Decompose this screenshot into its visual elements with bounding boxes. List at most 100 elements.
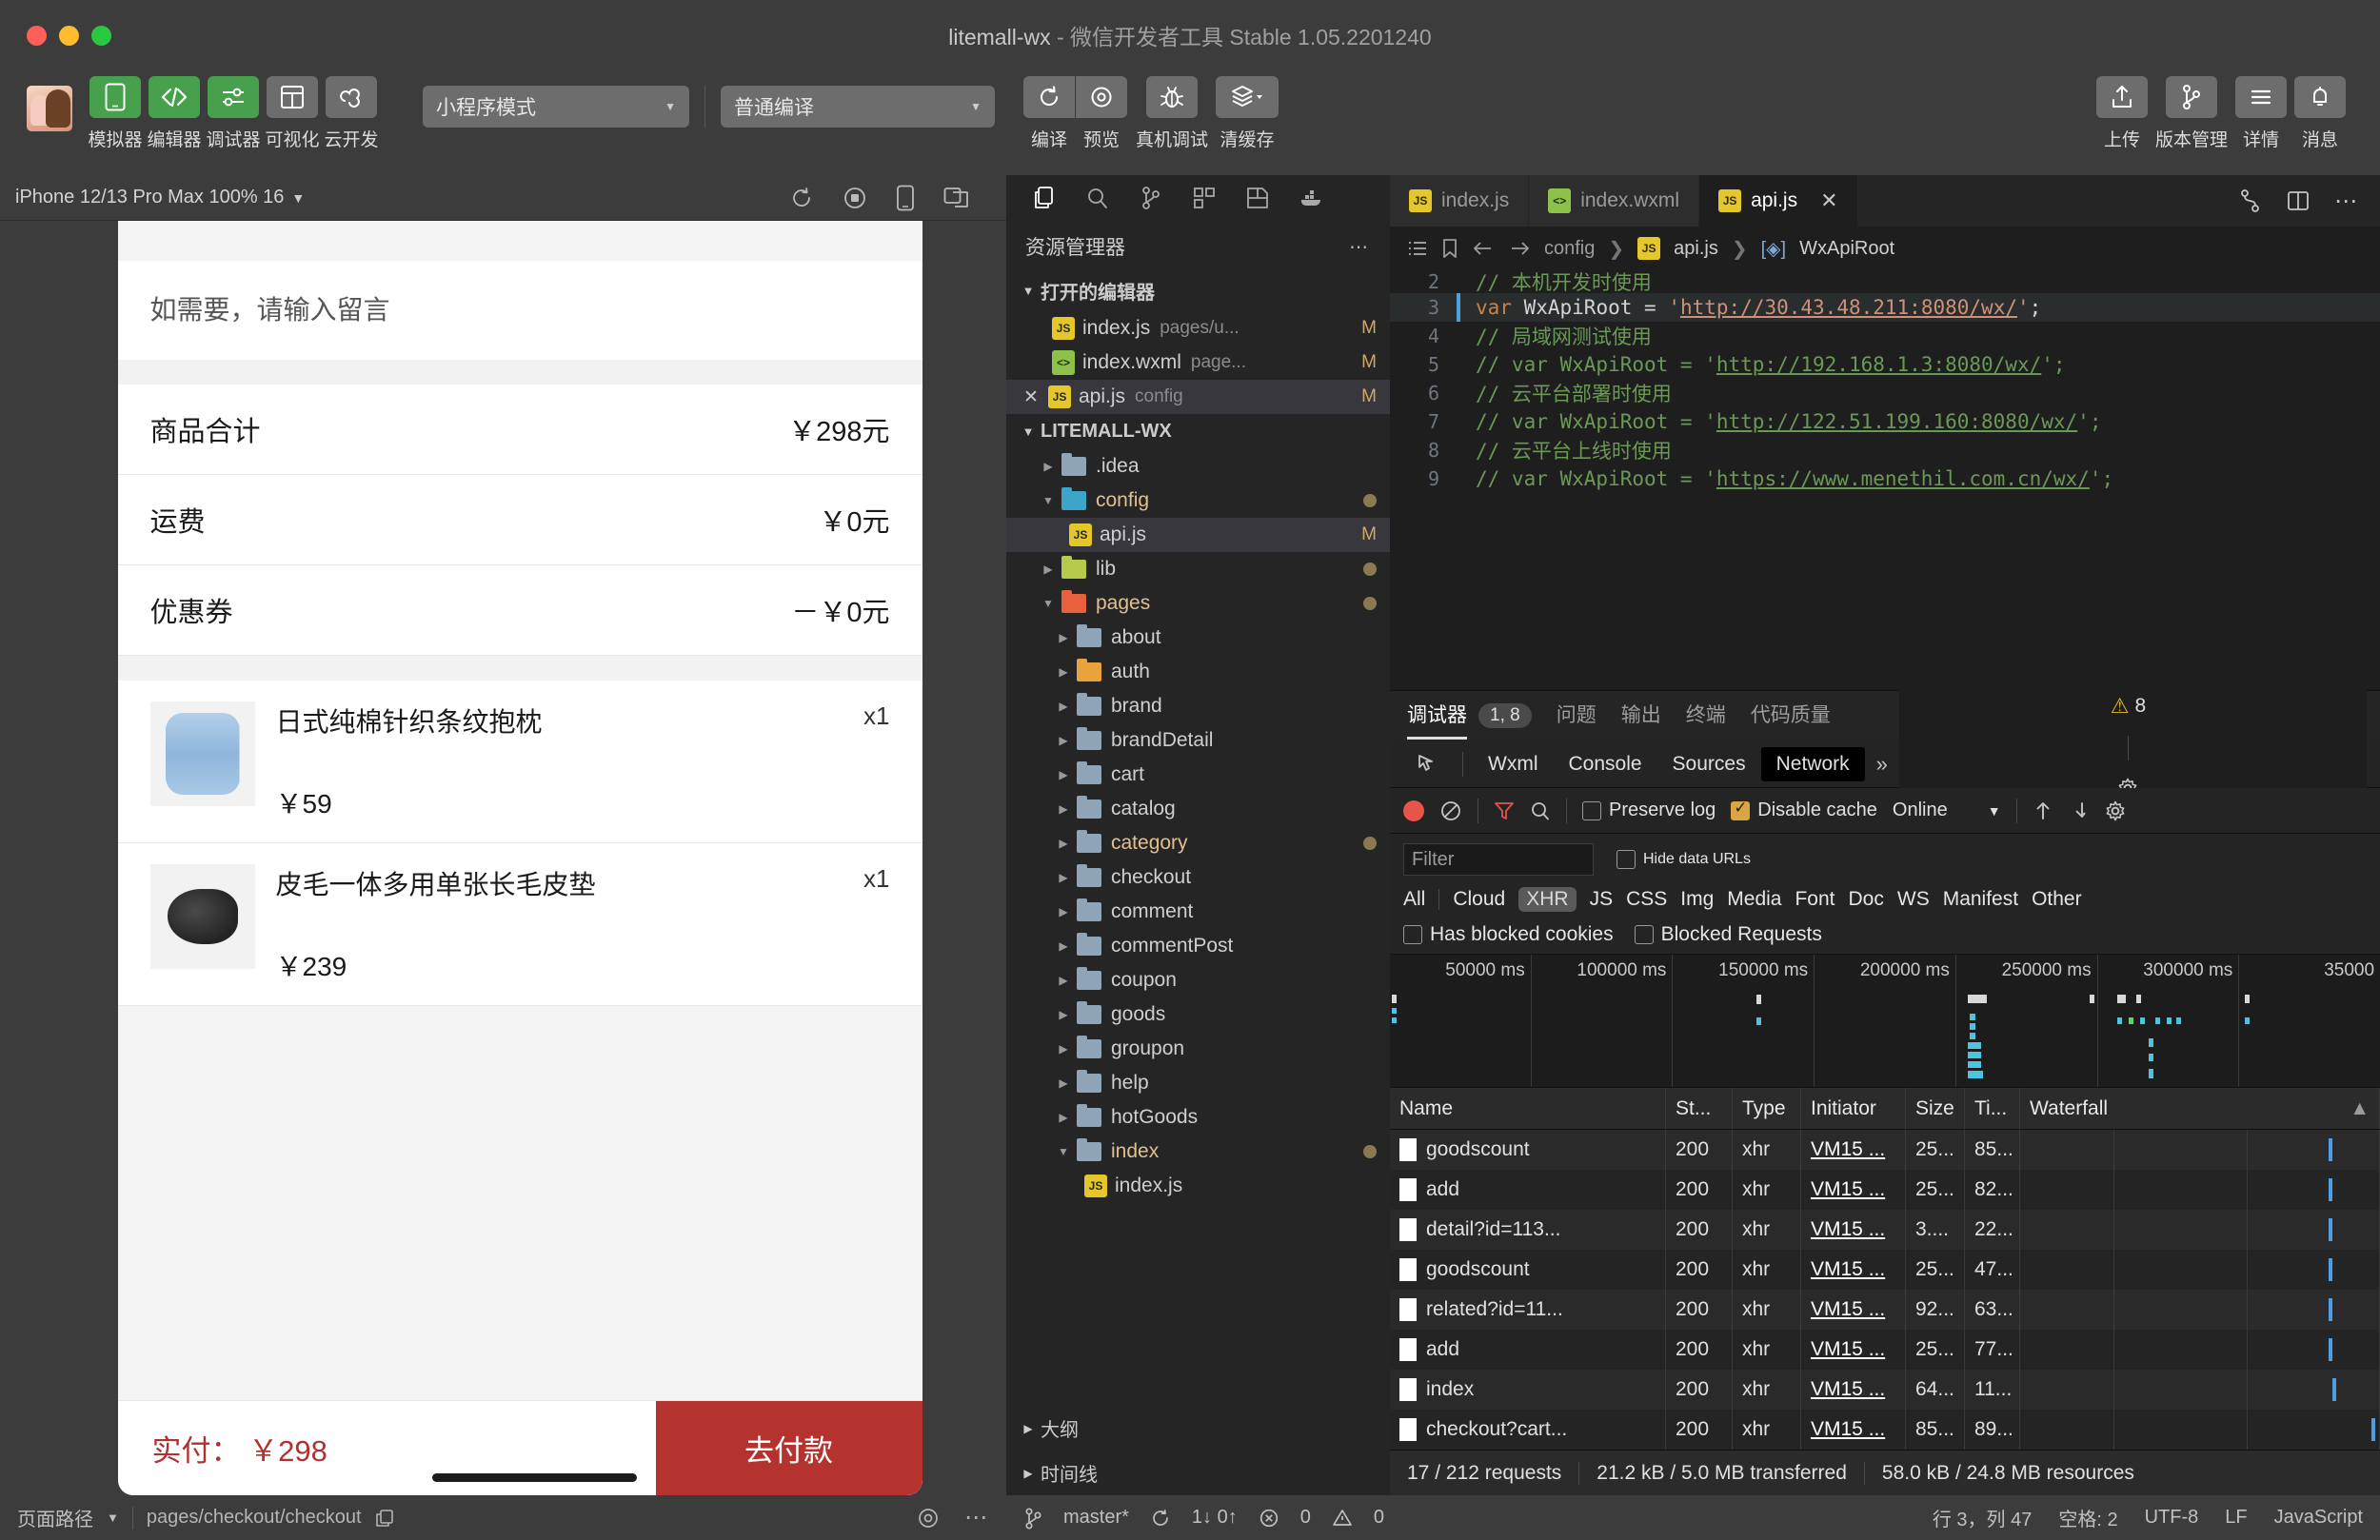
tree-item-help[interactable]: ▶ help [1006,1066,1390,1100]
filter-type-media[interactable]: Media [1727,888,1781,911]
list-item[interactable]: 日式纯棉针织条纹抱枕 ￥59 x1 [117,681,922,843]
throttle-select[interactable]: Online ▼ [1893,800,2001,821]
filter-type-other[interactable]: Other [2032,888,2082,911]
section-project[interactable]: ▼ LITEMALL-WX [1006,414,1390,449]
window-controls[interactable] [27,25,111,46]
tree-item-branddetail[interactable]: ▶ brandDetail [1006,723,1390,758]
code-editor[interactable]: 2 // 本机开发时使用 3 var WxApiRoot = 'http://3… [1390,270,2380,690]
devtools-tab-sources[interactable]: Sources [1657,747,1761,781]
tree-item-category[interactable]: ▶ category [1006,826,1390,860]
code-url[interactable]: http://30.43.48.211:8080/wx/ [1680,296,2017,319]
breadcrumb-item-apijs[interactable]: api.js [1674,238,1718,260]
column-name[interactable]: Name [1390,1088,1666,1129]
code-url[interactable]: https://www.menethil.com.cn/wx/ [1716,467,2090,490]
section-open-editors[interactable]: ▼ 打开的编辑器 [1006,270,1390,311]
close-button[interactable] [27,25,47,46]
sync-icon[interactable] [1150,1508,1171,1529]
tree-item-checkout[interactable]: ▶ checkout [1006,860,1390,895]
column-status[interactable]: St... [1666,1088,1733,1129]
code-url[interactable]: http://122.51.199.160:8080/wx/ [1716,410,2077,433]
clear-icon[interactable] [1439,800,1462,822]
toolbar-button-visual[interactable]: 可视化 [266,76,320,151]
preserve-log-checkbox[interactable]: Preserve log [1582,800,1716,821]
eye-icon[interactable] [917,1507,940,1530]
tree-item-commentpost[interactable]: ▶ commentPost [1006,929,1390,963]
table-row[interactable]: index 200 xhr VM15 ... 64... 11... [1390,1370,2380,1410]
filter-type-img[interactable]: Img [1680,888,1714,911]
toolbar-button-clearcache[interactable]: 清缓存 [1216,76,1279,151]
toolbar-button-cloud[interactable]: 云开发 [325,76,379,151]
panel-tab-output[interactable]: 输出 [1621,700,1661,732]
tree-item-catalog[interactable]: ▶ catalog [1006,792,1390,826]
table-row[interactable]: detail?id=113... 200 xhr VM15 ... 3.... … [1390,1210,2380,1250]
warning-count[interactable]: ⚠ 8 [2111,694,2146,719]
tree-item-coupon[interactable]: ▶ coupon [1006,963,1390,997]
cell-initiator[interactable]: VM15 ... [1801,1370,1906,1410]
tree-item-idea[interactable]: ▶ .idea [1006,449,1390,484]
page-path-label[interactable]: 页面路径 [17,1504,93,1531]
record-button[interactable] [1403,800,1424,821]
tree-item-groupon[interactable]: ▶ groupon [1006,1032,1390,1066]
cell-initiator[interactable]: VM15 ... [1801,1410,1906,1450]
tab-index-js[interactable]: JS index.js [1390,175,1530,227]
table-row[interactable]: add 200 xhr VM15 ... 25... 82... [1390,1170,2380,1210]
extensions-icon[interactable] [1178,186,1231,210]
mode-select[interactable]: 小程序模式 ▼ [423,86,689,128]
toolbar-button-message[interactable]: 消息 [2294,76,2346,151]
list-item[interactable]: 皮毛一体多用单张长毛皮垫 ￥239 x1 [117,843,922,1006]
toolbar-button-simulator[interactable]: 模拟器 [89,76,143,151]
close-icon[interactable]: ✕ [1020,386,1042,408]
branch-icon[interactable] [1023,1507,1042,1530]
toolbar-button-preview[interactable]: 预览 [1076,76,1127,151]
back-icon[interactable] [1472,239,1495,258]
toolbar-button-realdevice[interactable]: 真机调试 [1136,76,1208,151]
column-size[interactable]: Size [1906,1088,1965,1129]
open-editor-item[interactable]: ✕ JS api.js config M [1006,380,1390,414]
language-mode[interactable]: JavaScript [2274,1507,2363,1529]
copy-icon[interactable] [375,1509,394,1528]
tree-item-comment[interactable]: ▶ comment [1006,895,1390,929]
toolbar-button-detail[interactable]: 详情 [2235,76,2287,151]
panel-tab-problems[interactable]: 问题 [1557,700,1597,732]
minimize-button[interactable] [59,25,79,46]
rotate-icon[interactable] [789,185,814,211]
filter-input[interactable]: Filter [1403,843,1594,876]
open-editor-item[interactable]: <> index.wxml page... M [1006,346,1390,380]
avatar[interactable] [27,86,72,131]
column-time[interactable]: Ti... [1965,1088,2020,1129]
panel-tab-debugger[interactable]: 调试器 [1407,700,1467,740]
column-type[interactable]: Type [1733,1088,1801,1129]
tree-item-index[interactable]: ▼ index [1006,1135,1390,1169]
close-icon[interactable]: ✕ [1820,188,1837,213]
record-icon[interactable] [843,185,867,211]
panel-tab-codequality[interactable]: 代码质量 [1751,700,1831,732]
source-control-icon[interactable] [1124,186,1178,210]
tree-item-pages[interactable]: ▼ pages [1006,586,1390,621]
forward-icon[interactable] [1508,239,1531,258]
tree-item-brand[interactable]: ▶ brand [1006,689,1390,723]
filter-type-doc[interactable]: Doc [1849,888,1884,911]
tab-api-js[interactable]: JS api.js ✕ [1699,175,1858,227]
tree-item-hotgoods[interactable]: ▶ hotGoods [1006,1100,1390,1135]
more-icon[interactable]: ⋯ [2334,188,2359,215]
more-icon[interactable]: ⋯ [1349,235,1371,259]
files-icon[interactable] [1018,186,1071,210]
device-icon[interactable] [896,185,915,211]
split-icon[interactable] [2239,188,2262,213]
tree-item-apijs[interactable]: JS api.js M [1006,518,1390,552]
panel-tab-terminal[interactable]: 终端 [1686,700,1726,732]
table-row[interactable]: goodscount 200 xhr VM15 ... 25... 47... [1390,1250,2380,1290]
docker-icon[interactable] [1284,188,1338,208]
bookmark-icon[interactable] [1441,238,1458,259]
toolbar-button-version[interactable]: 版本管理 [2155,76,2228,151]
tab-index-wxml[interactable]: <> index.wxml [1529,175,1700,227]
encoding[interactable]: UTF-8 [2145,1507,2199,1529]
filter-type-manifest[interactable]: Manifest [1943,888,2018,911]
import-har-icon[interactable] [2033,800,2053,821]
breadcrumb-item-symbol[interactable]: WxApiRoot [1799,238,1894,260]
cell-initiator[interactable]: VM15 ... [1801,1130,1906,1170]
save-icon[interactable] [1231,186,1284,210]
layout-icon[interactable] [2287,189,2310,212]
gear-icon[interactable] [2105,800,2126,821]
filter-type-xhr[interactable]: XHR [1518,887,1577,912]
